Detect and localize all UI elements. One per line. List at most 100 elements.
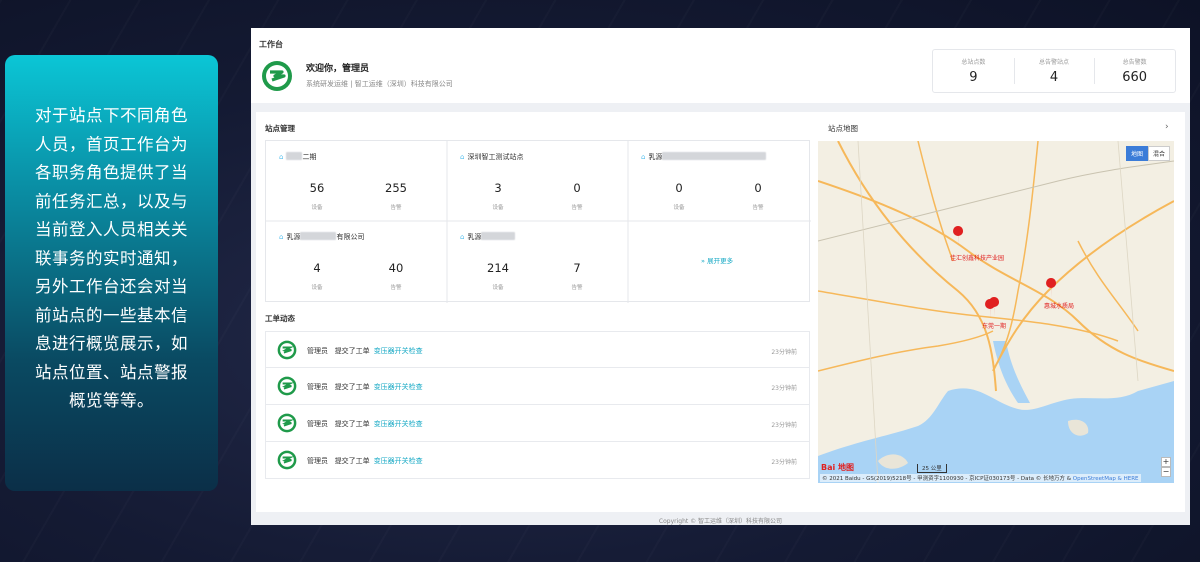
expand-more-link[interactable]: » 展开更多: [701, 255, 733, 265]
work-order-text: 管理员 提交了工单 变压器开关检查: [307, 383, 423, 391]
redacted-text: [300, 232, 337, 240]
redacted-text: [286, 152, 303, 160]
device-label: 设备: [492, 205, 504, 211]
map-scale: 25 公里: [917, 464, 947, 473]
stat-total-sites: 总站点数 9: [933, 50, 1014, 92]
device-label: 设备: [492, 285, 504, 291]
user-avatar-icon: [277, 413, 297, 433]
alarm-count: 7: [573, 261, 581, 275]
redacted-text: [481, 232, 516, 240]
zoom-in-button[interactable]: +: [1161, 457, 1171, 467]
site-name: ⌂ 二期: [279, 152, 317, 161]
marker-label: 东莞一期: [982, 323, 1007, 330]
device-count: 56: [309, 181, 325, 195]
dashboard-main: 站点管理 ⌂ 二期 56 255 设备 告警 ⌂ 深圳智工测试站点 3 0 设备 告…: [256, 112, 1185, 512]
location-pin-icon: ⌂: [641, 153, 646, 161]
site-card[interactable]: ⌂ 乳源 214 7 设备 告警: [447, 221, 628, 301]
device-count: 0: [675, 181, 683, 195]
location-pin-icon: ⌂: [279, 233, 284, 241]
site-name: ⌂ 深圳智工测试站点: [460, 153, 524, 161]
alarm-label: 告警: [571, 205, 583, 211]
work-order-text: 管理员 提交了工单 变压器开关检查: [307, 457, 423, 465]
map-canvas[interactable]: [818, 141, 1174, 483]
user-avatar-icon: [277, 450, 297, 470]
baidu-logo: Bai 地图: [821, 463, 855, 472]
stat-value: 9: [969, 70, 978, 85]
stat-label: 总站点数: [961, 59, 986, 66]
site-card[interactable]: ⌂ 深圳智工测试站点 3 0 设备 告警: [447, 141, 628, 221]
company-logo-icon: [262, 61, 292, 91]
work-order-task-link[interactable]: 变压器开关检查: [374, 347, 423, 355]
map-type-switch: 地图 混合: [1125, 146, 1170, 161]
site-card[interactable]: ⌂ 二期 56 255 设备 告警: [266, 141, 447, 221]
site-grid: ⌂ 二期 56 255 设备 告警 ⌂ 深圳智工测试站点 3 0 设备 告警 ⌂ 乳源…: [265, 140, 811, 303]
alarm-label: 告警: [571, 285, 583, 291]
work-order-task-link[interactable]: 变压器开关检查: [374, 457, 423, 465]
work-order-title: 工单动态: [265, 314, 295, 323]
map-title: 站点地图: [828, 124, 858, 133]
intro-panel: 对于站点下不同角色人员，首页工作台为各职务角色提供了当前任务汇总，以及与当前登入…: [5, 55, 218, 491]
welcome-text: 欢迎你，管理员: [306, 64, 370, 74]
site-section-title: 站点管理: [265, 124, 295, 133]
work-order-time: 23分钟前: [771, 422, 797, 429]
stat-alarm-sites: 总告警站点 4: [1013, 50, 1095, 92]
device-label: 设备: [311, 205, 323, 211]
site-map[interactable]: 地图 混合 佳汇创鑫科技产业园 惠城水质局 东莞一期 Bai 地图 25 公里 …: [818, 141, 1174, 483]
work-order-time: 23分钟前: [771, 385, 797, 392]
user-org-info: 系统研发运维 | 智工运维（深圳）科技有限公司: [306, 80, 453, 88]
device-count: 4: [313, 261, 321, 275]
map-attribution: © 2021 Baidu - GS(2019)5218号 - 甲测资字11009…: [820, 474, 1141, 482]
stat-total-alarms: 总告警数 660: [1094, 50, 1175, 92]
site-name: ⌂ 乳源: [460, 232, 516, 242]
site-card[interactable]: ⌂ 乳源 有限公司 4 40 设备 告警: [266, 221, 447, 301]
stat-label: 总告警站点: [1039, 59, 1070, 66]
double-chevron-down-icon: »: [701, 257, 705, 265]
map-tab-hybrid[interactable]: 混合: [1147, 146, 1170, 161]
alarm-count: 255: [385, 181, 407, 195]
location-pin-icon: ⌂: [279, 153, 284, 161]
user-avatar-icon: [277, 376, 297, 396]
marker-label: 佳汇创鑫科技产业园: [950, 255, 1005, 262]
work-order-task-link[interactable]: 变压器开关检查: [374, 420, 423, 428]
work-order-text: 管理员 提交了工单 变压器开关检查: [307, 347, 423, 355]
intro-text: 对于站点下不同角色人员，首页工作台为各职务角色提供了当前任务汇总，以及与当前登入…: [35, 106, 188, 410]
zoom-controls: + −: [1161, 457, 1171, 477]
redacted-text: [662, 152, 767, 160]
stat-value: 4: [1049, 70, 1059, 85]
alarm-label: 告警: [390, 285, 402, 291]
site-card[interactable]: ⌂ 乳源 0 0 设备 告警: [628, 141, 809, 221]
device-label: 设备: [311, 285, 323, 291]
work-order-task-link[interactable]: 变压器开关检查: [374, 383, 423, 391]
work-order-list: 管理员 提交了工单 变压器开关检查 23分钟前 管理员 提交了工单 变压器开关检查 …: [265, 331, 810, 479]
stat-value: 660: [1122, 70, 1148, 85]
user-avatar-icon: [277, 340, 297, 360]
work-order-item[interactable]: 管理员 提交了工单 变压器开关检查 23分钟前: [265, 442, 810, 479]
device-label: 设备: [673, 205, 685, 211]
device-count: 214: [487, 261, 509, 275]
map-tab-map[interactable]: 地图: [1125, 146, 1148, 161]
stat-label: 总告警数: [1122, 59, 1147, 66]
welcome-card: 工作台 欢迎你，管理员 系统研发运维 | 智工运维（深圳）科技有限公司 总站点数…: [251, 28, 1190, 103]
marker-label: 惠城水质局: [1044, 303, 1075, 310]
work-order-time: 23分钟前: [771, 349, 797, 356]
work-order-item[interactable]: 管理员 提交了工单 变压器开关检查 23分钟前: [265, 405, 810, 442]
device-count: 3: [494, 181, 502, 195]
chevron-right-icon[interactable]: ›: [1165, 122, 1169, 132]
alarm-label: 告警: [390, 205, 402, 211]
work-order-time: 23分钟前: [771, 459, 797, 466]
site-name: ⌂ 乳源: [641, 152, 767, 162]
alarm-label: 告警: [752, 205, 764, 211]
alarm-count: 0: [754, 181, 762, 195]
zoom-out-button[interactable]: −: [1161, 467, 1171, 477]
location-pin-icon: ⌂: [460, 233, 465, 241]
site-name: ⌂ 乳源 有限公司: [279, 232, 365, 241]
alarm-count: 40: [388, 261, 404, 275]
work-order-text: 管理员 提交了工单 变压器开关检查: [307, 420, 423, 428]
work-order-item[interactable]: 管理员 提交了工单 变压器开关检查 23分钟前: [265, 331, 810, 368]
stats-panel: 总站点数 9 总告警站点 4 总告警数 660: [932, 49, 1176, 93]
breadcrumb: 工作台: [259, 40, 283, 49]
work-order-item[interactable]: 管理员 提交了工单 变压器开关检查 23分钟前: [265, 368, 810, 405]
location-pin-icon: ⌂: [460, 153, 465, 161]
copyright-footer: Copyright © 智工运维（深圳）科技有限公司: [658, 518, 783, 525]
app-window: 工作台 欢迎你，管理员 系统研发运维 | 智工运维（深圳）科技有限公司 总站点数…: [251, 28, 1190, 525]
